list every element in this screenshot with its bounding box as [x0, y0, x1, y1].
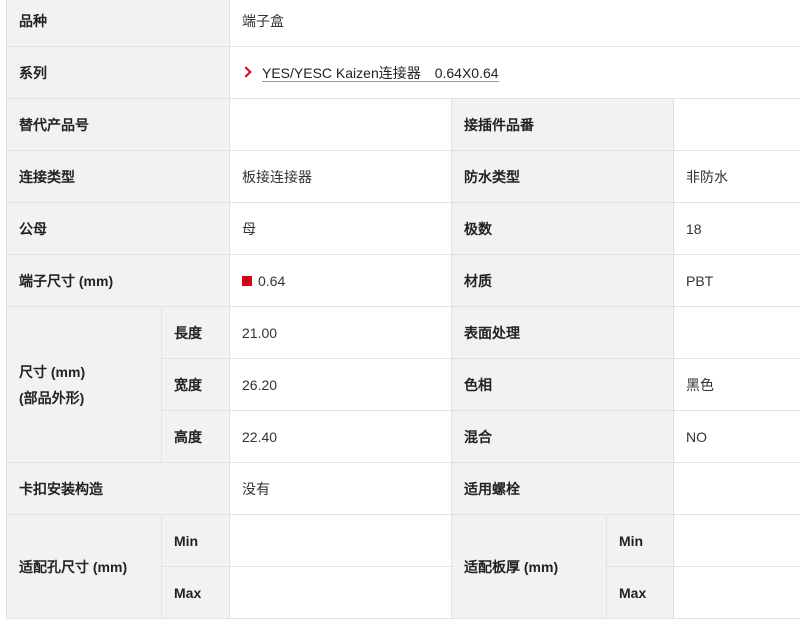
- waterproof-value: 非防水: [673, 150, 800, 203]
- series-link[interactable]: YES/YESC Kaizen连接器 0.64X0.64: [262, 64, 499, 82]
- row-snap: 卡扣安装构造 没有 适用螺栓: [6, 462, 800, 515]
- poles-label: 极数: [451, 202, 674, 255]
- poles-value: 18: [673, 202, 800, 255]
- alt-part-value: [229, 98, 452, 151]
- color-value: 黑色: [673, 358, 800, 411]
- length-label: 長度: [161, 306, 230, 359]
- surface-label: 表面处理: [451, 306, 674, 359]
- row-series: 系列 YES/YESC Kaizen连接器 0.64X0.64: [6, 46, 800, 99]
- hole-label: 适配孔尺寸 (mm): [6, 514, 162, 619]
- width-value: 26.20: [229, 358, 452, 411]
- row-alt-part: 替代产品号 接插件品番: [6, 98, 800, 151]
- hole-min-value: [229, 514, 452, 567]
- terminal-size-cell: 0.64: [229, 254, 452, 307]
- board-label: 适配板厚 (mm): [451, 514, 607, 619]
- terminal-size-label: 端子尺寸 (mm): [6, 254, 230, 307]
- height-label: 高度: [161, 410, 230, 463]
- snap-value: 没有: [229, 462, 452, 515]
- chevron-right-icon: [240, 65, 252, 78]
- dims-label-line1: 尺寸 (mm): [19, 363, 86, 380]
- row-terminal-size: 端子尺寸 (mm) 0.64 材质 PBT: [6, 254, 800, 307]
- row-dims-length: 尺寸 (mm) (部品外形) 長度 21.00 表面处理: [6, 306, 800, 463]
- screw-value: [673, 462, 800, 515]
- spec-table: 品种 端子盒 系列 YES/YESC Kaizen连接器 0.64X0.64 替…: [6, 0, 800, 619]
- dims-label-line2: (部品外形): [19, 389, 85, 406]
- board-min-value: [673, 514, 800, 567]
- gender-value: 母: [229, 202, 452, 255]
- row-conn-type: 连接类型 板接连接器 防水类型 非防水: [6, 150, 800, 203]
- screw-label: 适用螺栓: [451, 462, 674, 515]
- gender-label: 公母: [6, 202, 230, 255]
- height-value: 22.40: [229, 410, 452, 463]
- waterproof-label: 防水类型: [451, 150, 674, 203]
- board-max-label: Max: [606, 566, 674, 619]
- color-label: 色相: [451, 358, 674, 411]
- variety-label: 品种: [6, 0, 230, 47]
- variety-value: 端子盒: [229, 0, 800, 47]
- material-label: 材质: [451, 254, 674, 307]
- alt-part-label: 替代产品号: [6, 98, 230, 151]
- terminal-size-value: 0.64: [258, 272, 286, 289]
- board-min-label: Min: [606, 514, 674, 567]
- hole-min-label: Min: [161, 514, 230, 567]
- conn-type-label: 连接类型: [6, 150, 230, 203]
- hole-max-value: [229, 566, 452, 619]
- dims-label: 尺寸 (mm) (部品外形): [6, 306, 162, 463]
- width-label: 宽度: [161, 358, 230, 411]
- surface-value: [673, 306, 800, 359]
- series-cell: YES/YESC Kaizen连接器 0.64X0.64: [229, 46, 800, 99]
- row-variety: 品种 端子盒: [6, 0, 800, 47]
- mating-value: [673, 98, 800, 151]
- mixed-label: 混合: [451, 410, 674, 463]
- board-max-value: [673, 566, 800, 619]
- length-value: 21.00: [229, 306, 452, 359]
- hole-max-label: Max: [161, 566, 230, 619]
- material-value: PBT: [673, 254, 800, 307]
- terminal-color-swatch: [242, 275, 252, 286]
- mixed-value: NO: [673, 410, 800, 463]
- mating-label: 接插件品番: [451, 98, 674, 151]
- series-label: 系列: [6, 46, 230, 99]
- row-gender: 公母 母 极数 18: [6, 202, 800, 255]
- row-fit-min: 适配孔尺寸 (mm) Min 适配板厚 (mm) Min: [6, 514, 800, 619]
- conn-type-value: 板接连接器: [229, 150, 452, 203]
- snap-label: 卡扣安装构造: [6, 462, 230, 515]
